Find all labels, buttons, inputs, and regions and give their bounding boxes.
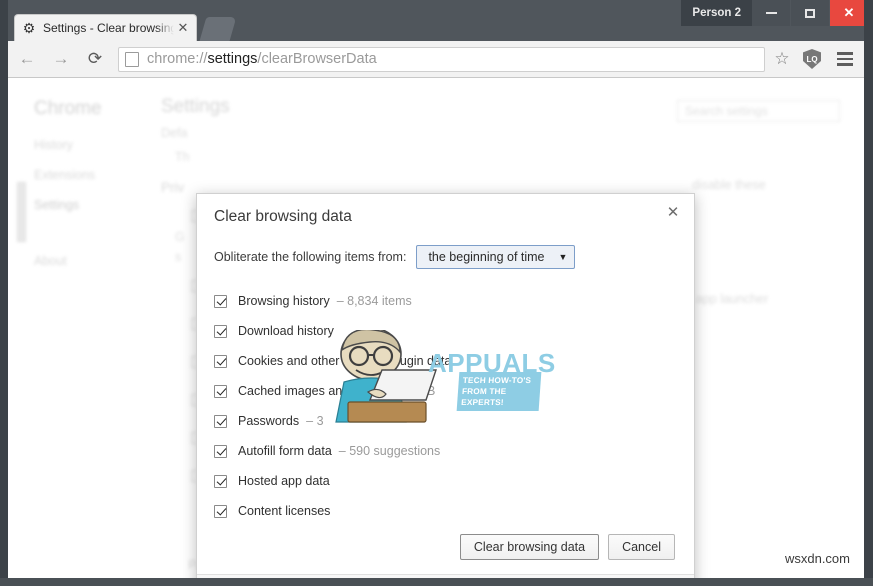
checkbox-label: Passwords: [238, 414, 300, 428]
close-window-button[interactable]: ✕: [830, 0, 868, 26]
forward-button[interactable]: →: [46, 44, 76, 74]
checkbox-passwords[interactable]: [214, 414, 227, 428]
settings-fragment-default: Defa: [161, 126, 188, 140]
url-path: /clearBrowserData: [257, 51, 377, 67]
timeframe-label: Obliterate the following items from:: [214, 250, 407, 264]
checkbox-label: Download history: [238, 324, 334, 338]
checkbox-label: Autofill form data: [238, 444, 332, 458]
checkbox-hosted-app-data[interactable]: [214, 474, 227, 488]
page-viewport: Chrome History Extensions Settings About…: [8, 78, 864, 578]
checkbox-detail: – 349 MB: [381, 384, 436, 398]
browser-tab[interactable]: ⚙ Settings - Clear browsing ✕: [14, 14, 197, 41]
star-glyph: ☆: [774, 49, 790, 68]
shield-icon[interactable]: LQ: [803, 49, 821, 69]
browser-window: ⚙ Settings - Clear browsing ✕ Person 2 ✕…: [0, 0, 873, 586]
tab-title: Settings - Clear browsing: [43, 21, 174, 35]
checkbox-row-autofill[interactable]: Autofill form data – 590 suggestions: [214, 436, 694, 466]
checkbox-label: Cookies and other site and plugin data: [238, 354, 452, 368]
checkbox-download-history[interactable]: [214, 324, 227, 338]
url-scheme: chrome://: [147, 51, 208, 67]
corner-watermark: wsxdn.com: [784, 551, 850, 566]
page-document-icon: [125, 51, 139, 67]
checkbox-row-download-history[interactable]: Download history: [214, 316, 694, 346]
menu-icon[interactable]: [830, 52, 860, 66]
settings-fragment-theme: Th: [175, 150, 190, 164]
reload-button[interactable]: ⟳: [80, 44, 110, 74]
settings-section-privacy: Priv: [161, 180, 185, 195]
back-arrow-icon: ←: [18, 49, 36, 68]
checkbox-detail: – 8,834 items: [336, 294, 412, 308]
dialog-action-bar: Clear browsing data Cancel: [197, 534, 694, 574]
close-icon: ✕: [843, 5, 855, 20]
checkbox-row-cached-images[interactable]: Cached images and files – 349 MB: [214, 376, 694, 406]
window-frame-bottom: [0, 578, 873, 586]
search-settings-input[interactable]: Search settings: [677, 100, 840, 122]
checkbox-label: Browsing history: [238, 294, 330, 308]
settings-fragment-launcher: app launcher: [696, 292, 769, 306]
maximize-icon: [805, 8, 815, 18]
checkbox-content-licenses[interactable]: [214, 504, 227, 518]
back-button[interactable]: ←: [12, 44, 42, 74]
person-label: Person 2: [692, 7, 741, 19]
minimize-icon: [765, 12, 777, 14]
checkbox-label: Content licenses: [238, 504, 331, 518]
menu-bar-2: [837, 57, 853, 61]
maximize-button[interactable]: [791, 0, 829, 26]
checkbox-autofill[interactable]: [214, 444, 227, 458]
chevron-down-icon: ▼: [558, 252, 568, 262]
settings-fragment-disable: disable these: [692, 178, 766, 192]
cancel-button[interactable]: Cancel: [608, 534, 675, 560]
menu-bar-1: [837, 52, 853, 55]
shield-label: LQ: [806, 54, 818, 64]
address-bar-url: chrome://settings/clearBrowserData: [147, 51, 377, 67]
checkbox-detail: – 590 suggestions: [338, 444, 441, 458]
sidebar-item-settings[interactable]: Settings: [34, 198, 79, 212]
reload-icon: ⟳: [87, 49, 103, 68]
menu-bar-3: [837, 63, 853, 66]
minimize-button[interactable]: [752, 0, 790, 26]
checkbox-row-passwords[interactable]: Passwords – 3: [214, 406, 694, 436]
window-frame-left: [0, 0, 8, 586]
checkbox-row-content-licenses[interactable]: Content licenses: [214, 496, 694, 526]
sidebar-item-extensions[interactable]: Extensions: [34, 168, 95, 182]
url-host: settings: [207, 51, 258, 67]
checkbox-cached-images[interactable]: [214, 384, 227, 398]
bookmark-star-icon[interactable]: ☆: [765, 49, 799, 69]
browser-toolbar: ← → ⟳ chrome://settings/clearBrowserData…: [8, 41, 864, 78]
forward-arrow-icon: →: [52, 49, 70, 68]
clear-browsing-data-dialog: ✕ Clear browsing data Obliterate the fol…: [196, 193, 695, 578]
checkbox-browsing-history[interactable]: [214, 294, 227, 308]
checkbox-detail: – 3: [306, 414, 324, 428]
checkbox-row-hosted-app-data[interactable]: Hosted app data: [214, 466, 694, 496]
checkbox-row-cookies[interactable]: Cookies and other site and plugin data: [214, 346, 694, 376]
settings-fragment-suggest: s: [175, 250, 182, 264]
dialog-title: Clear browsing data: [214, 208, 352, 225]
checkbox-row-browsing-history[interactable]: Browsing history – 8,834 items: [214, 286, 694, 316]
checkbox-cookies[interactable]: [214, 354, 227, 368]
timeframe-select[interactable]: the beginning of time ▼: [416, 245, 576, 269]
clear-browsing-data-button[interactable]: Clear browsing data: [459, 534, 600, 560]
checkbox-label: Hosted app data: [238, 474, 330, 488]
new-tab-button[interactable]: [199, 17, 237, 41]
data-type-checklist: Browsing history – 8,834 items Download …: [214, 286, 694, 526]
dialog-close-icon[interactable]: ✕: [663, 203, 683, 223]
settings-page-title: Settings: [161, 96, 230, 117]
window-frame-right: [864, 0, 873, 586]
sidebar-item-about[interactable]: About: [34, 254, 67, 268]
sidebar-item-history[interactable]: History: [34, 138, 73, 152]
checkbox-label: Cached images and files: [238, 384, 375, 398]
tab-close-icon[interactable]: ✕: [176, 21, 190, 35]
titlebar: ⚙ Settings - Clear browsing ✕ Person 2 ✕: [0, 0, 873, 41]
person-chip[interactable]: Person 2: [681, 0, 752, 26]
page-scrollbar-handle[interactable]: [17, 182, 26, 242]
timeframe-value: the beginning of time: [428, 250, 545, 264]
settings-fragment-google: G: [175, 230, 185, 244]
chrome-brand-label: Chrome: [34, 98, 102, 119]
timeframe-row: Obliterate the following items from: the…: [214, 245, 694, 269]
address-bar[interactable]: chrome://settings/clearBrowserData: [118, 46, 765, 72]
gear-icon: ⚙: [22, 20, 36, 36]
